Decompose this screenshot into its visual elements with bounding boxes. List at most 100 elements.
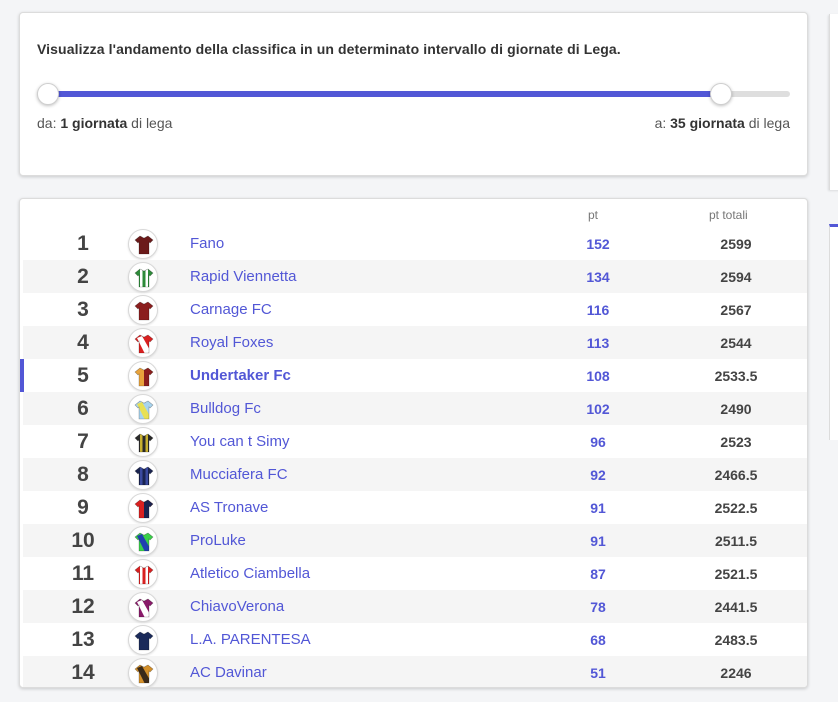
slider-selected-range <box>48 91 721 97</box>
team-jersey-icon <box>128 229 158 259</box>
points-value: 51 <box>590 665 606 681</box>
points-value: 113 <box>586 335 610 351</box>
column-header-pt: pt <box>588 208 599 222</box>
total-points-value: 2523 <box>720 434 752 450</box>
total-points-value: 2511.5 <box>714 533 758 549</box>
table-row[interactable]: 9 AS Tronave 91 2522.5 <box>23 491 807 524</box>
rank-number: 2 <box>77 265 89 288</box>
table-row[interactable]: 4 Royal Foxes 113 2544 <box>23 326 807 359</box>
column-header-pt-total: pt totali <box>709 208 748 222</box>
range-from-suffix: di lega <box>131 115 173 131</box>
table-row[interactable]: 8 Mucciafera FC 92 2466.5 <box>23 458 807 491</box>
team-name-link[interactable]: Undertaker Fc <box>190 367 291 384</box>
rank-number: 4 <box>77 331 89 354</box>
team-name-link[interactable]: ChiavoVerona <box>190 598 284 615</box>
team-name-link[interactable]: AC Davinar <box>190 664 267 681</box>
team-name-link[interactable]: L.A. PARENTESA <box>190 631 311 648</box>
points-value: 96 <box>590 434 606 450</box>
points-value: 116 <box>586 302 610 318</box>
team-name-link[interactable]: Atletico Ciambella <box>190 565 310 582</box>
team-jersey-icon <box>128 526 158 556</box>
range-to-label: a: 35 giornata di lega <box>655 115 790 131</box>
rank-number: 14 <box>71 661 95 684</box>
standings-table: pt pt totali 1 Fano 152 2599 2 Rapid Viennett… <box>19 198 808 688</box>
team-name-link[interactable]: Royal Foxes <box>190 334 273 351</box>
side-card-edge <box>829 14 838 190</box>
rank-number: 13 <box>71 628 95 651</box>
table-row[interactable]: 14 AC Davinar 51 2246 <box>23 656 807 687</box>
total-points-value: 2522.5 <box>714 500 758 516</box>
team-jersey-icon <box>128 658 158 687</box>
range-to-prefix: a: <box>654 115 667 131</box>
table-row[interactable]: 2 Rapid Viennetta 134 2594 <box>23 260 807 293</box>
range-to-suffix: di lega <box>748 115 790 131</box>
total-points-value: 2567 <box>720 302 752 318</box>
team-jersey-icon <box>128 262 158 292</box>
team-name-link[interactable]: ProLuke <box>190 532 246 549</box>
table-row[interactable]: 7 You can t Simy 96 2523 <box>23 425 807 458</box>
total-points-value: 2483.5 <box>714 632 758 648</box>
rank-number: 5 <box>77 364 89 387</box>
team-jersey-icon <box>128 460 158 490</box>
team-jersey-icon <box>128 625 158 655</box>
range-from-value: 1 giornata <box>60 115 128 131</box>
range-from-label: da: 1 giornata di lega <box>37 115 172 131</box>
rank-number: 9 <box>77 496 89 519</box>
range-description: Visualizza l'andamento della classifica … <box>37 41 621 57</box>
team-jersey-icon <box>128 361 158 391</box>
rank-number: 11 <box>71 562 95 585</box>
points-value: 152 <box>586 236 610 252</box>
giornata-range-slider[interactable] <box>37 83 790 107</box>
total-points-value: 2521.5 <box>714 566 758 582</box>
team-jersey-icon <box>128 394 158 424</box>
points-value: 92 <box>590 467 606 483</box>
total-points-value: 2441.5 <box>714 599 758 615</box>
team-name-link[interactable]: Fano <box>190 235 224 252</box>
table-row[interactable]: 11 Atletico Ciambella 87 2521.5 <box>23 557 807 590</box>
slider-handle-end[interactable] <box>709 83 732 105</box>
rank-number: 12 <box>71 595 95 618</box>
range-to-value: 35 giornata <box>670 115 745 131</box>
rank-number: 10 <box>71 529 95 552</box>
total-points-value: 2533.5 <box>714 368 758 384</box>
team-name-link[interactable]: You can t Simy <box>190 433 290 450</box>
team-jersey-icon <box>128 493 158 523</box>
team-name-link[interactable]: Bulldog Fc <box>190 400 261 417</box>
table-row[interactable]: 12 ChiavoVerona 78 2441.5 <box>23 590 807 623</box>
total-points-value: 2599 <box>720 236 752 252</box>
standings-header: pt pt totali <box>20 199 807 227</box>
rank-number: 8 <box>77 463 89 486</box>
points-value: 91 <box>590 533 606 549</box>
team-name-link[interactable]: AS Tronave <box>190 499 268 516</box>
table-row[interactable]: 1 Fano 152 2599 <box>23 227 807 260</box>
points-value: 78 <box>590 599 606 615</box>
team-jersey-icon <box>128 427 158 457</box>
table-row[interactable]: 3 Carnage FC 116 2567 <box>23 293 807 326</box>
team-jersey-icon <box>128 559 158 589</box>
total-points-value: 2490 <box>720 401 752 417</box>
range-from-prefix: da: <box>37 115 57 131</box>
slider-handle-start[interactable] <box>37 83 59 105</box>
rank-number: 1 <box>77 232 89 255</box>
table-row[interactable]: 10 ProLuke 91 2511.5 <box>23 524 807 557</box>
points-value: 91 <box>590 500 606 516</box>
table-row[interactable]: 13 L.A. PARENTESA 68 2483.5 <box>23 623 807 656</box>
rank-number: 6 <box>77 397 89 420</box>
total-points-value: 2466.5 <box>714 467 758 483</box>
rank-number: 7 <box>77 430 89 453</box>
points-value: 87 <box>590 566 606 582</box>
table-row[interactable]: 6 Bulldog Fc 102 2490 <box>23 392 807 425</box>
points-value: 102 <box>586 401 610 417</box>
team-jersey-icon <box>128 328 158 358</box>
points-value: 134 <box>586 269 610 285</box>
team-jersey-icon <box>128 592 158 622</box>
team-name-link[interactable]: Mucciafera FC <box>190 466 288 483</box>
rank-number: 3 <box>77 298 89 321</box>
range-card: Visualizza l'andamento della classifica … <box>19 12 808 176</box>
team-name-link[interactable]: Carnage FC <box>190 301 272 318</box>
total-points-value: 2246 <box>720 665 752 681</box>
table-row[interactable]: 5 Undertaker Fc 108 2533.5 <box>20 359 807 392</box>
total-points-value: 2544 <box>720 335 752 351</box>
side-card-edge-accent <box>829 224 838 440</box>
team-name-link[interactable]: Rapid Viennetta <box>190 268 296 285</box>
